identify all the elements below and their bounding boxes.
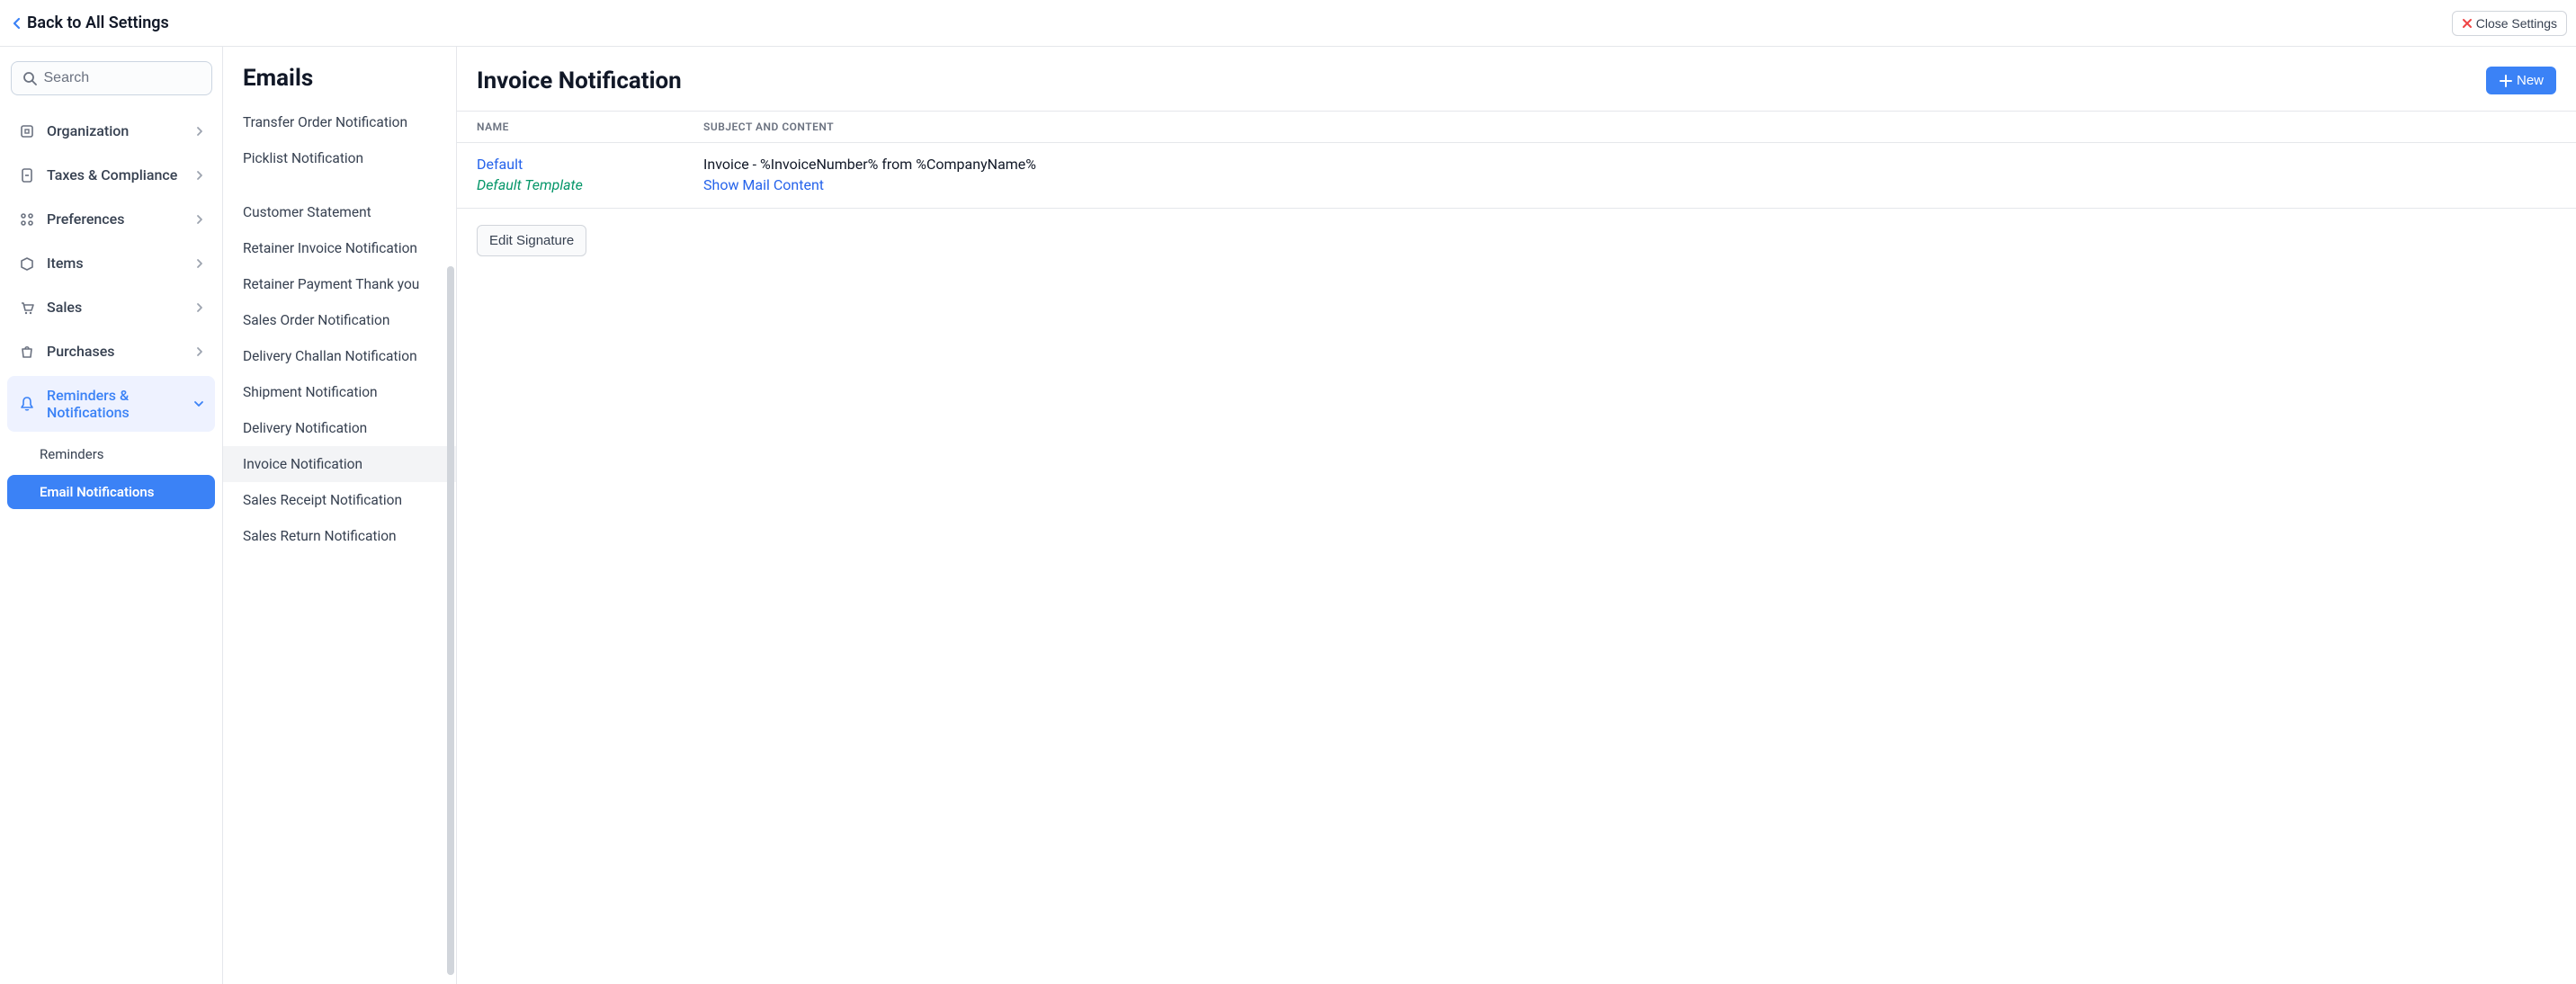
emails-list[interactable]: Transfer Order Notification Picklist Not… [223,104,456,984]
list-spacer [223,176,456,194]
main-header: Invoice Notification New [457,47,2576,111]
sidebar-item-items[interactable]: Items [7,244,215,282]
edit-signature-button[interactable]: Edit Signature [477,225,586,256]
cart-icon [18,300,36,316]
emails-panel: Emails Transfer Order Notification Pickl… [223,47,457,984]
cell-subject: Invoice - %InvoiceNumber% from %CompanyN… [703,156,2556,193]
scrollbar[interactable] [447,266,454,975]
emails-list-item-label: Retainer Payment Thank you [243,276,419,292]
emails-list-item-label: Transfer Order Notification [243,114,407,130]
sidebar-item-label: Items [47,255,184,272]
emails-list-item-label: Sales Return Notification [243,528,397,544]
new-button-label: New [2517,73,2544,88]
emails-list-item[interactable]: Transfer Order Notification [223,104,456,140]
close-label: Close Settings [2476,16,2557,31]
document-icon [18,167,36,183]
emails-list-item-label: Sales Order Notification [243,312,389,328]
edit-signature-label: Edit Signature [489,233,574,248]
column-header-name: NAME [477,121,703,133]
emails-list-item-label: Delivery Challan Notification [243,348,417,364]
chevron-right-icon [195,346,204,357]
sidebar-item-label: Reminders & Notifications [47,387,183,421]
chevron-right-icon [195,258,204,269]
sliders-icon [18,211,36,228]
sidebar-item-label: Purchases [47,343,184,360]
sidebar-subitem-email-notifications[interactable]: Email Notifications [7,475,215,509]
sidebar-subitem-label: Reminders [40,446,104,462]
table-row: Default Default Template Invoice - %Invo… [457,143,2576,209]
emails-list-item-label: Retainer Invoice Notification [243,240,417,256]
topbar: Back to All Settings Close Settings [0,0,2576,47]
emails-panel-title: Emails [223,47,456,104]
chevron-right-icon [195,214,204,225]
plus-icon [2499,74,2513,88]
signature-section: Edit Signature [457,209,2576,273]
new-button[interactable]: New [2486,67,2556,94]
sidebar-item-label: Sales [47,299,184,316]
emails-list-item[interactable]: Customer Statement [223,194,456,230]
chevron-right-icon [195,126,204,137]
sidebar-item-label: Organization [47,122,184,139]
emails-list-item-invoice-notification[interactable]: Invoice Notification [223,446,456,482]
emails-list-item[interactable]: Sales Receipt Notification [223,482,456,518]
main-panel: Invoice Notification New NAME SUBJECT AN… [457,47,2576,984]
sidebar-subitem-label: Email Notifications [40,484,154,500]
chevron-left-icon [13,17,22,30]
search-box[interactable] [11,61,212,95]
settings-sidebar: Organization Taxes & Compliance Preferen… [0,47,223,984]
emails-list-item-label: Sales Receipt Notification [243,492,402,508]
building-icon [18,123,36,139]
cell-name: Default Default Template [477,156,703,193]
search-icon [22,71,37,85]
sidebar-item-taxes[interactable]: Taxes & Compliance [7,156,215,194]
emails-list-item-label: Picklist Notification [243,150,363,166]
sidebar-item-label: Preferences [47,210,184,228]
chevron-down-icon [193,399,204,408]
bell-icon [18,396,36,412]
page-title: Invoice Notification [477,67,682,94]
box-icon [18,255,36,272]
sidebar-item-reminders-notifications[interactable]: Reminders & Notifications [7,376,215,432]
bag-icon [18,344,36,360]
emails-list-item-label: Invoice Notification [243,456,362,472]
back-to-settings-link[interactable]: Back to All Settings [13,13,169,32]
emails-list-item[interactable]: Retainer Invoice Notification [223,230,456,266]
emails-list-item-label: Shipment Notification [243,384,378,400]
emails-list-item[interactable]: Shipment Notification [223,374,456,410]
sidebar-item-preferences[interactable]: Preferences [7,200,215,238]
sidebar-item-sales[interactable]: Sales [7,288,215,327]
chevron-right-icon [195,302,204,313]
subject-text: Invoice - %InvoiceNumber% from %CompanyN… [703,156,2556,173]
show-mail-content-link[interactable]: Show Mail Content [703,176,824,193]
close-settings-button[interactable]: Close Settings [2452,11,2567,36]
sidebar-subitem-reminders[interactable]: Reminders [7,437,215,471]
sidebar-item-organization[interactable]: Organization [7,112,215,150]
emails-list-item[interactable]: Picklist Notification [223,140,456,176]
search-input[interactable] [44,70,201,86]
column-header-subject: SUBJECT AND CONTENT [703,121,2556,133]
back-label: Back to All Settings [27,13,169,32]
sidebar-item-purchases[interactable]: Purchases [7,332,215,371]
emails-list-item-label: Delivery Notification [243,420,367,436]
default-template-badge: Default Template [477,176,703,193]
emails-list-item-label: Customer Statement [243,204,371,220]
emails-list-item[interactable]: Sales Order Notification [223,302,456,338]
emails-list-item[interactable]: Delivery Notification [223,410,456,446]
emails-list-item[interactable]: Sales Return Notification [223,518,456,554]
emails-list-item[interactable]: Retainer Payment Thank you [223,266,456,302]
sidebar-item-label: Taxes & Compliance [47,166,184,183]
chevron-right-icon [195,170,204,181]
body-layout: Organization Taxes & Compliance Preferen… [0,47,2576,984]
close-icon [2462,18,2473,29]
emails-list-item[interactable]: Delivery Challan Notification [223,338,456,374]
template-name-link[interactable]: Default [477,156,703,173]
table-header: NAME SUBJECT AND CONTENT [457,111,2576,143]
